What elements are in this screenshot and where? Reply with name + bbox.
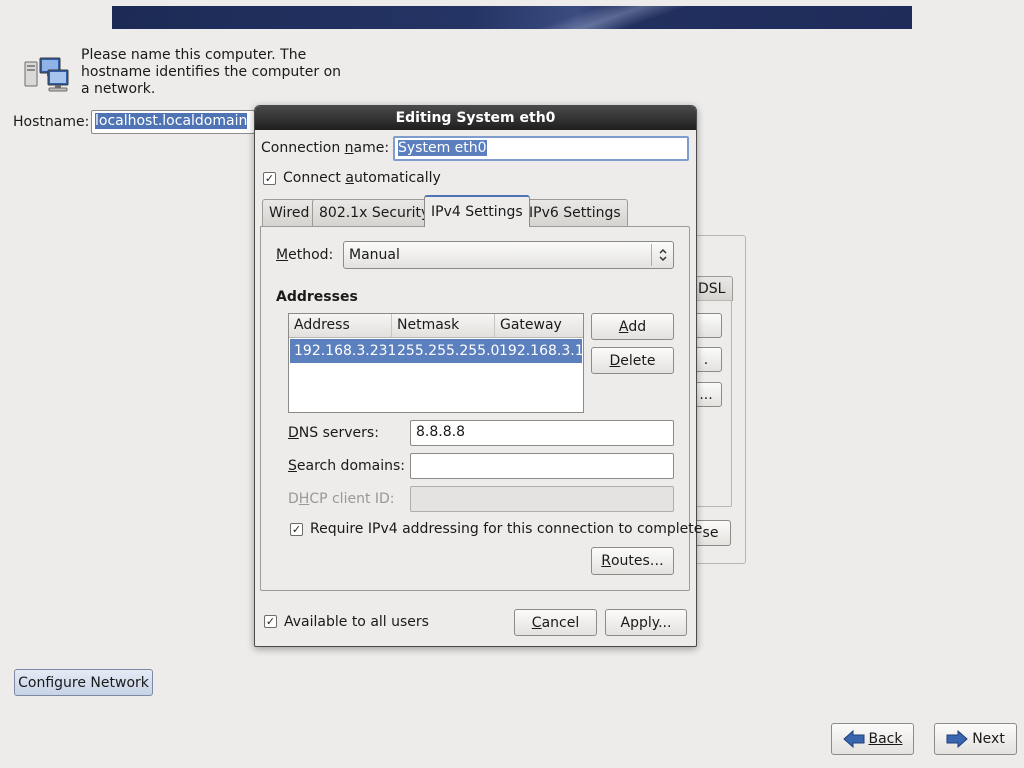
- search-domains-input[interactable]: [410, 453, 674, 479]
- col-header-netmask[interactable]: Netmask: [392, 314, 495, 338]
- require-ipv4-label: Require IPv4 addressing for this connect…: [310, 521, 703, 537]
- available-all-users-checkbox[interactable]: ✓: [264, 615, 277, 628]
- cell-address: 192.168.3.231: [294, 343, 397, 359]
- updown-arrows-icon: [651, 244, 673, 266]
- cancel-button[interactable]: Cancel: [514, 609, 597, 636]
- delete-address-button[interactable]: Delete: [591, 347, 674, 374]
- header-banner: [112, 6, 912, 29]
- routes-button[interactable]: Routes…: [591, 547, 674, 575]
- dns-servers-input[interactable]: 8.8.8.8: [410, 420, 674, 446]
- back-arrow-icon: [842, 730, 865, 748]
- method-value: Manual: [349, 247, 400, 263]
- col-header-address[interactable]: Address: [289, 314, 392, 338]
- connect-automatically-checkbox[interactable]: ✓: [263, 172, 276, 185]
- connection-name-input[interactable]: System eth0: [393, 136, 689, 161]
- addresses-table[interactable]: Address Netmask Gateway 192.168.3.231 25…: [288, 313, 584, 413]
- tab-8021x-security[interactable]: 802.1x Security: [312, 199, 437, 226]
- hostname-value: localhost.localdomain: [95, 113, 248, 129]
- hostname-input[interactable]: localhost.localdomain: [91, 110, 255, 134]
- addresses-heading: Addresses: [276, 289, 358, 305]
- connection-name-label: Connection name:: [261, 140, 390, 156]
- method-label: Method:: [276, 247, 334, 263]
- intro-text: Please name this computer. The hostname …: [81, 47, 342, 97]
- method-select[interactable]: Manual: [343, 241, 674, 269]
- add-address-button[interactable]: Add: [591, 313, 674, 340]
- cell-netmask: 255.255.255.0: [397, 343, 500, 359]
- dialog-title: Editing System eth0: [255, 106, 696, 130]
- table-row[interactable]: 192.168.3.231 255.255.255.0 192.168.3.1: [290, 339, 584, 363]
- tab-ipv6-settings[interactable]: IPv6 Settings: [522, 199, 628, 226]
- apply-button[interactable]: Apply...: [605, 609, 687, 636]
- next-button[interactable]: Next: [934, 723, 1017, 755]
- require-ipv4-checkbox[interactable]: ✓: [290, 523, 303, 536]
- dhcp-client-id-label: DHCP client ID:: [288, 491, 395, 507]
- next-arrow-icon: [946, 730, 968, 748]
- dhcp-client-id-input: [410, 486, 674, 512]
- available-all-users-label: Available to all users: [284, 614, 429, 630]
- network-computers-icon: [22, 56, 72, 92]
- col-header-gateway[interactable]: Gateway: [495, 314, 583, 338]
- configure-network-button[interactable]: Configure Network: [14, 669, 153, 696]
- connect-automatically-label: Connect automatically: [283, 170, 441, 186]
- connection-name-value: System eth0: [398, 140, 487, 156]
- tab-wired[interactable]: Wired: [262, 199, 317, 226]
- back-button[interactable]: Back: [831, 723, 914, 755]
- cell-gateway: 192.168.3.1: [499, 343, 584, 359]
- tab-ipv4-settings[interactable]: IPv4 Settings: [424, 195, 530, 227]
- dns-servers-label: DNS servers:: [288, 425, 379, 441]
- search-domains-label: Search domains:: [288, 458, 405, 474]
- hostname-label: Hostname:: [13, 114, 90, 130]
